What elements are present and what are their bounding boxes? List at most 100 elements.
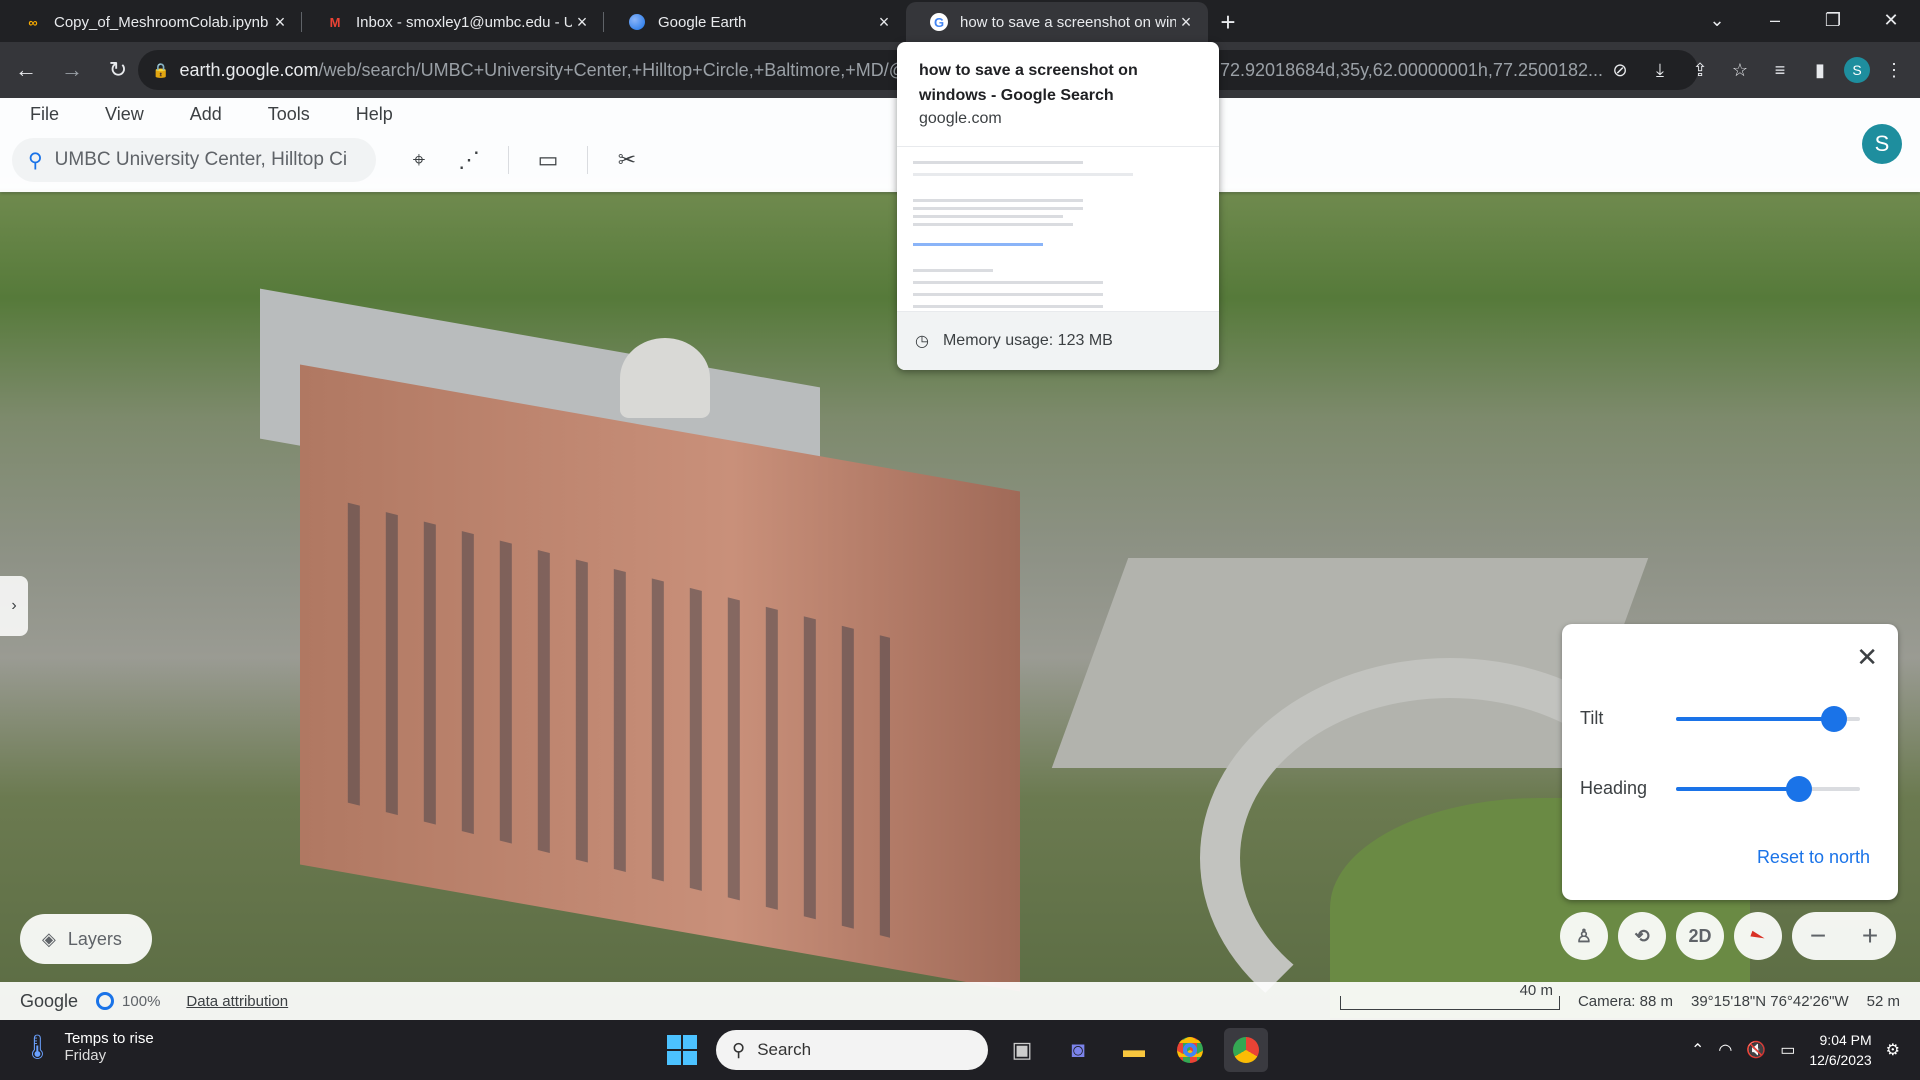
earth-icon: [628, 13, 646, 31]
menu-file[interactable]: File: [30, 104, 59, 125]
toolbar-icons: ⊘ ⤓ ⇪ ☆ ≡ ▮ S ⋮: [1604, 50, 1910, 90]
notifications-icon[interactable]: ⚙: [1886, 1040, 1900, 1060]
heading-slider-handle[interactable]: [1786, 775, 1813, 802]
bookmark-star-icon[interactable]: ☆: [1724, 50, 1756, 90]
menu-tools[interactable]: Tools: [268, 104, 310, 125]
tilt-slider-handle[interactable]: [1821, 705, 1848, 732]
minimize-icon[interactable]: –: [1746, 0, 1804, 40]
tab-title: Inbox - smoxley1@umbc.edu - U: [356, 13, 572, 31]
layers-button[interactable]: ◈ Layers: [20, 914, 152, 964]
windows-start-icon[interactable]: [660, 1028, 704, 1072]
tilt-slider[interactable]: [1676, 705, 1860, 732]
tab-google-search[interactable]: G how to save a screenshot on win ×: [906, 2, 1208, 42]
reset-to-north-link[interactable]: Reset to north: [1757, 847, 1870, 868]
media-icon[interactable]: ≡: [1764, 50, 1796, 90]
zoom-in-icon[interactable]: +: [1862, 920, 1878, 952]
side-panel-icon[interactable]: ▮: [1804, 50, 1836, 90]
zoom-controls: − +: [1792, 912, 1896, 960]
coordinates: 39°15'18"N 76°42'26"W: [1691, 992, 1849, 1010]
tab-title: Copy_of_MeshroomColab.ipynb: [54, 13, 269, 31]
clock[interactable]: 9:04 PM 12/6/2023: [1809, 1030, 1871, 1070]
tab-search-icon[interactable]: ⌄: [1688, 0, 1746, 40]
url-host: earth.google.com: [179, 59, 319, 80]
clock-time: 9:04 PM: [1819, 1032, 1872, 1048]
lock-icon: 🔒: [152, 61, 170, 78]
weather-widget[interactable]: 🌡 Temps to rise Friday: [22, 1030, 154, 1064]
zoom-out-icon[interactable]: −: [1810, 920, 1826, 952]
menu-help[interactable]: Help: [356, 104, 393, 125]
install-icon[interactable]: ⤓: [1644, 50, 1676, 90]
chat-icon[interactable]: ◙: [1056, 1028, 1100, 1072]
tilt-row: Tilt: [1580, 705, 1860, 732]
tab-colab[interactable]: ∞ Copy_of_MeshroomColab.ipynb ×: [0, 2, 302, 42]
url-tail: 72.92018684d,35y,62.00000001h,77.2500182…: [1220, 59, 1604, 80]
taskbar-search[interactable]: ⚲ Search: [716, 1030, 988, 1070]
account-avatar[interactable]: S: [1862, 124, 1902, 164]
loading-ring-icon: [96, 992, 115, 1010]
back-icon[interactable]: ←: [6, 50, 46, 90]
google-logo: Google: [20, 990, 79, 1011]
heading-row: Heading: [1580, 775, 1860, 802]
tab-hover-card: how to save a screenshot on windows - Go…: [897, 42, 1219, 370]
windows-taskbar: 🌡 Temps to rise Friday ⚲ Search ▣ ◙ ▬ ⌃ …: [0, 1020, 1920, 1080]
forward-icon[interactable]: →: [52, 50, 92, 90]
new-tab-button[interactable]: +: [1208, 2, 1248, 42]
camera-altitude: Camera: 88 m: [1577, 992, 1673, 1010]
map-controls: ♙ ⟲ 2D − +: [1560, 912, 1896, 960]
url-path: /web/search/UMBC+University+Center,+Hill…: [318, 59, 908, 80]
share-icon[interactable]: ⇪: [1684, 50, 1716, 90]
search-icon: ⚲: [732, 1039, 746, 1060]
tray-overflow-icon[interactable]: ⌃: [1691, 1040, 1704, 1060]
site-permissions-icon[interactable]: ⊘: [1604, 50, 1636, 90]
load-percent: 100%: [122, 992, 161, 1010]
gmail-icon: M: [329, 14, 341, 30]
layers-icon: ◈: [42, 928, 56, 949]
menu-kebab-icon[interactable]: ⋮: [1878, 50, 1910, 90]
profile-avatar[interactable]: S: [1844, 57, 1870, 83]
rotate-lock-icon[interactable]: ⟲: [1618, 912, 1666, 960]
chrome-profile-icon[interactable]: [1224, 1028, 1268, 1072]
chrome-icon[interactable]: [1168, 1028, 1212, 1072]
close-icon[interactable]: ✕: [1856, 642, 1878, 673]
tilt-label: Tilt: [1580, 708, 1604, 728]
wifi-icon[interactable]: ◠: [1718, 1040, 1732, 1060]
menu-view[interactable]: View: [105, 104, 144, 125]
tab-gmail[interactable]: M Inbox - smoxley1@umbc.edu - U ×: [302, 2, 604, 42]
menu-add[interactable]: Add: [190, 104, 222, 125]
close-window-icon[interactable]: ✕: [1862, 0, 1920, 40]
search-input[interactable]: [54, 149, 355, 171]
taskbar-search-label: Search: [757, 1040, 812, 1059]
status-right: 40 m Camera: 88 m 39°15'18"N 76°42'26"W …: [1339, 982, 1900, 1010]
path-icon[interactable]: ⋰: [444, 142, 494, 178]
placemark-icon[interactable]: ⌖: [394, 142, 444, 178]
compass-icon[interactable]: [1734, 912, 1782, 960]
battery-icon[interactable]: ▭: [1780, 1040, 1795, 1060]
close-tab-icon[interactable]: ×: [572, 12, 592, 33]
hover-card-title: how to save a screenshot on windows - Go…: [919, 62, 1138, 104]
tab-title: Google Earth: [658, 13, 747, 31]
close-tab-icon[interactable]: ×: [874, 12, 894, 33]
pegman-icon[interactable]: ♙: [1560, 912, 1608, 960]
reload-icon[interactable]: ↻: [98, 50, 138, 90]
project-tools-icon[interactable]: ✂: [602, 142, 652, 178]
elevation: 52 m: [1866, 992, 1900, 1010]
task-view-icon[interactable]: ▣: [1000, 1028, 1044, 1072]
window-controls: ⌄ – ❐ ✕: [1688, 0, 1920, 40]
side-panel-toggle[interactable]: ›: [0, 576, 28, 636]
layers-label: Layers: [67, 928, 122, 949]
measure-icon[interactable]: ▭: [523, 142, 573, 178]
tab-google-earth[interactable]: Google Earth ×: [604, 2, 906, 42]
thermometer-icon: 🌡: [22, 1033, 53, 1061]
file-explorer-icon[interactable]: ▬: [1112, 1028, 1156, 1072]
volume-muted-icon[interactable]: 🔇: [1746, 1040, 1766, 1060]
scale-bar[interactable]: 40 m: [1339, 982, 1560, 1010]
heading-slider[interactable]: [1676, 775, 1860, 802]
toggle-2d-button[interactable]: 2D: [1676, 912, 1724, 960]
system-tray: ⌃ ◠ 🔇 ▭ 9:04 PM 12/6/2023 ⚙: [1691, 1030, 1900, 1070]
close-tab-icon[interactable]: ×: [1176, 12, 1196, 33]
close-tab-icon[interactable]: ×: [270, 12, 290, 33]
restore-icon[interactable]: ❐: [1804, 0, 1862, 40]
data-attribution-link[interactable]: Data attribution: [186, 993, 288, 1010]
search-icon[interactable]: ⚲: [28, 148, 43, 173]
clock-date: 12/6/2023: [1809, 1052, 1872, 1068]
